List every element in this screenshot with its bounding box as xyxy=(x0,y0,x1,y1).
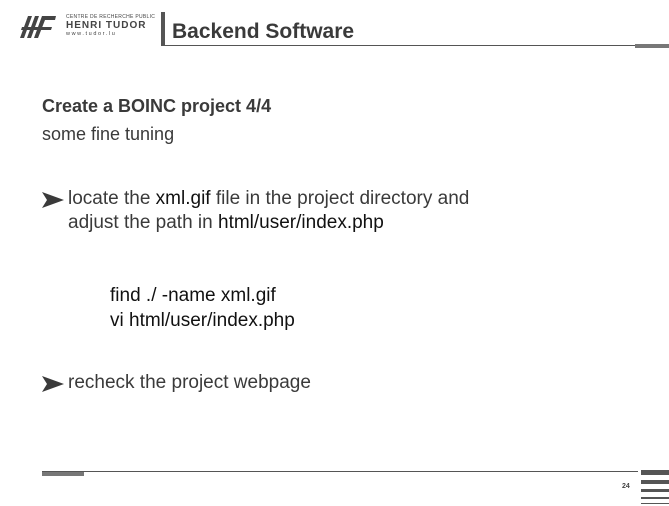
arrow-bullet-icon xyxy=(42,188,68,212)
filename-xml-gif: xml.gif xyxy=(155,188,211,209)
command-line-find: find ./ -name xml.gif xyxy=(110,285,276,306)
logo-url: www.tudor.lu xyxy=(66,31,117,37)
bullet-text: locate the xyxy=(68,188,156,209)
header-tab-decoration xyxy=(635,44,669,48)
bullet-item-locate: locate the xml.gif file in the project d… xyxy=(42,187,602,235)
footer-divider xyxy=(42,471,638,472)
slide-header-title: Backend Software xyxy=(172,20,355,43)
page-number: 24 xyxy=(622,483,630,490)
bullet-item-recheck: recheck the project webpage xyxy=(42,371,602,395)
slide-subheading: some fine tuning xyxy=(42,124,175,144)
logo-name: HENRI TUDOR xyxy=(66,20,147,31)
bullet-text: recheck the project webpage xyxy=(68,372,311,393)
arrow-bullet-icon xyxy=(42,372,68,396)
logo-wordmark: CENTRE DE RECHERCHE PUBLIC HENRI TUDOR w… xyxy=(66,14,155,38)
path-index-php: html/user/index.php xyxy=(218,212,384,233)
header-divider xyxy=(161,45,635,46)
slide-heading: Create a BOINC project 4/4 xyxy=(42,96,272,116)
bullet-text: adjust the path in xyxy=(68,212,218,233)
command-line-vi: vi html/user/index.php xyxy=(110,310,295,331)
command-block: find ./ -name xml.gif vi html/user/index… xyxy=(110,283,295,333)
footer-tab-decoration xyxy=(42,472,84,476)
slide: CENTRE DE RECHERCHE PUBLIC HENRI TUDOR w… xyxy=(0,0,669,506)
bullet-text: file in the project directory and xyxy=(210,188,470,209)
header-accent-bar xyxy=(161,12,165,45)
corner-bars-decoration xyxy=(641,470,669,506)
tudor-logo-icon xyxy=(18,14,58,40)
